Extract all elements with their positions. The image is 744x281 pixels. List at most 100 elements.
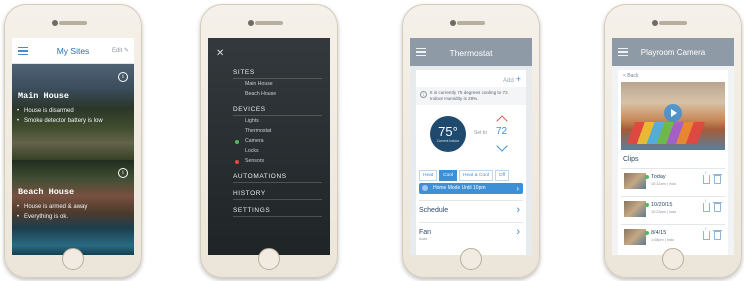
play-icon[interactable] — [664, 104, 682, 122]
site-card-main-house[interactable]: i Main House House is disarmed Smoke det… — [12, 64, 134, 160]
decrease-temp-icon[interactable] — [496, 140, 508, 152]
info-icon[interactable]: i — [118, 72, 128, 82]
front-camera — [450, 20, 456, 26]
info-text: It is currently 75 degrees cooling to 72… — [430, 90, 509, 101]
current-temp: 75° — [438, 124, 458, 139]
status-dot-red — [235, 160, 239, 164]
thermostat-card: Add + i It is currently 75 degrees coolin… — [416, 70, 526, 255]
site-status-line: House is armed & away — [17, 204, 87, 210]
info-icon[interactable]: i — [118, 168, 128, 178]
clip-date: Today — [645, 174, 666, 180]
menu-section-settings[interactable]: SETTINGS — [233, 204, 322, 217]
mode-off-button[interactable]: Off — [494, 170, 510, 181]
camera-card: < Back Clips Today 10:12am | Indo 10/20/… — [618, 70, 728, 255]
row-sub: Auto — [419, 236, 428, 241]
fan-row[interactable]: Fan Auto — [419, 222, 523, 248]
plus-icon: + — [515, 74, 521, 84]
clip-time: 10:12am | Indo — [651, 182, 677, 186]
clip-row[interactable]: 8/4/15 1:08pm | Indo — [621, 224, 725, 250]
speaker — [457, 21, 485, 25]
site-name: Main House — [18, 91, 70, 101]
menu-item-sensors[interactable]: Sensors — [233, 156, 322, 166]
menu-item-label: Camera — [245, 138, 264, 144]
clip-row[interactable]: 10/20/15 10:23am | Indo — [621, 196, 725, 222]
speaker — [255, 21, 283, 25]
menu-section-sites[interactable]: SITES — [233, 66, 322, 79]
menu-item-beach-house[interactable]: Beach House — [233, 89, 322, 99]
screen-thermostat: Thermostat Add + i It is currently 75 deg… — [410, 38, 532, 255]
screen-menu: ✕ SITES Main House Beach House DEVICES L… — [208, 38, 330, 255]
mode-cool-button[interactable]: Cool — [439, 170, 458, 181]
clip-time: 1:08pm | Indo — [651, 238, 675, 242]
top-bar: My Sites Edit ✎ — [12, 38, 134, 64]
status-info: i It is currently 75 degrees cooling to … — [416, 87, 526, 105]
site-card-beach-house[interactable]: i Beach House House is armed & away Ever… — [12, 160, 134, 255]
trash-icon[interactable] — [713, 202, 722, 212]
home-button[interactable] — [662, 248, 684, 270]
clip-date: 8/4/15 — [644, 230, 667, 236]
status-dot-green — [235, 140, 239, 144]
home-button[interactable] — [460, 248, 482, 270]
clip-time: 10:23am | Indo — [651, 210, 677, 214]
front-camera — [52, 20, 58, 26]
menu-item-camera[interactable]: Camera — [233, 136, 322, 146]
site-status-line: Smoke detector battery is low — [17, 118, 103, 124]
phone-my-sites: My Sites Edit ✎ i Main House House is di… — [4, 4, 142, 278]
current-temp-dial: 75° Current Indoor — [430, 116, 466, 152]
add-label: Add — [503, 78, 514, 84]
screen-camera: Playroom Camera < Back Clips Today 10:12… — [612, 38, 734, 255]
share-icon[interactable] — [703, 171, 710, 184]
top-bar: Playroom Camera — [612, 38, 734, 66]
top-bar: Thermostat — [410, 38, 532, 66]
mode-heat-button[interactable]: Heat — [419, 170, 438, 181]
increase-temp-icon[interactable] — [496, 115, 508, 127]
menu-section-automations[interactable]: AUTOMATIONS — [233, 170, 322, 183]
clip-date: 10/20/15 — [644, 202, 673, 208]
info-icon: i — [420, 91, 427, 98]
trash-icon[interactable] — [713, 174, 722, 184]
set-temp-value: 72 — [496, 126, 508, 137]
front-camera — [652, 20, 658, 26]
mode-heat-cool-button[interactable]: Heat & Cool — [459, 170, 493, 181]
app-showcase: My Sites Edit ✎ i Main House House is di… — [0, 0, 744, 281]
mode-selector: Heat Cool Heat & Cool Off — [419, 170, 523, 181]
menu-item-main-house[interactable]: Main House — [233, 79, 322, 89]
speaker — [659, 21, 687, 25]
add-button[interactable]: Add + — [503, 74, 521, 84]
playroom-rug — [626, 122, 706, 144]
menu-item-locks[interactable]: Locks — [233, 146, 322, 156]
schedule-row[interactable]: Schedule — [419, 200, 523, 222]
back-button[interactable]: < Back — [623, 73, 638, 79]
clip-thumbnail — [624, 229, 646, 245]
home-mode-banner[interactable]: Home Mode Until 10pm — [419, 183, 523, 194]
share-icon[interactable] — [703, 227, 710, 240]
edit-button[interactable]: Edit ✎ — [112, 47, 129, 54]
front-camera — [248, 20, 254, 26]
clip-thumbnail — [624, 201, 646, 217]
menu-section-devices[interactable]: DEVICES — [233, 103, 322, 116]
nav-menu: SITES Main House Beach House DEVICES Lig… — [233, 66, 322, 217]
menu-section-history[interactable]: HISTORY — [233, 187, 322, 200]
pencil-icon: ✎ — [123, 48, 129, 54]
close-icon[interactable]: ✕ — [216, 48, 224, 59]
phone-menu: ✕ SITES Main House Beach House DEVICES L… — [200, 4, 338, 278]
site-status-line: House is disarmed — [17, 108, 74, 114]
page-title: Playroom Camera — [640, 48, 706, 57]
row-label: Fan — [419, 229, 432, 236]
menu-item-label: Sensors — [245, 158, 265, 164]
clips-heading: Clips — [623, 156, 639, 163]
clip-thumbnail — [624, 173, 646, 189]
trash-icon[interactable] — [713, 230, 722, 240]
camera-feed[interactable] — [621, 82, 725, 150]
page-title: Thermostat — [449, 48, 493, 58]
site-name: Beach House — [18, 187, 75, 197]
current-temp-label: Current Indoor — [436, 139, 460, 143]
speaker — [59, 21, 87, 25]
clip-row[interactable]: Today 10:12am | Indo — [621, 168, 725, 194]
share-icon[interactable] — [703, 199, 710, 212]
menu-item-thermostat[interactable]: Thermostat — [233, 126, 322, 136]
home-button[interactable] — [62, 248, 84, 270]
phone-camera: Playroom Camera < Back Clips Today 10:12… — [604, 4, 742, 278]
home-button[interactable] — [258, 248, 280, 270]
menu-item-lights[interactable]: Lights — [233, 116, 322, 126]
